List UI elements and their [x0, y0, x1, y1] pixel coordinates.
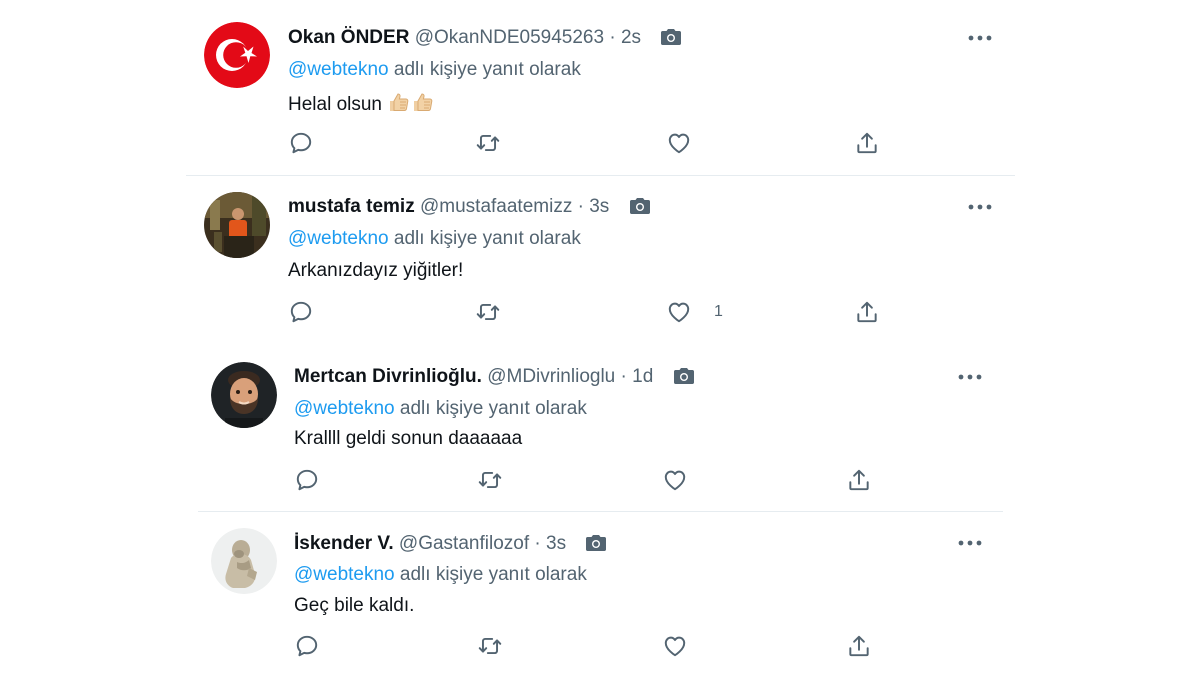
tweet-divider: [186, 175, 1015, 176]
user-handle[interactable]: @mustafaatemizz: [420, 196, 572, 217]
timestamp[interactable]: 3s: [589, 196, 609, 217]
like-icon: [666, 299, 692, 325]
thumbs-up-icon: [387, 90, 411, 114]
like-icon: [666, 130, 692, 156]
reply-suffix: adlı kişiye yanıt olarak: [399, 398, 587, 419]
turkish-flag-avatar-icon: [204, 22, 270, 88]
display-name[interactable]: İskender V.: [294, 533, 394, 554]
reply-suffix: adlı kişiye yanıt olarak: [399, 564, 587, 585]
reply-mention-link[interactable]: @webtekno: [288, 59, 389, 80]
more-icon[interactable]: [967, 202, 993, 212]
tweet-text-content: Geç bile kaldı.: [294, 595, 415, 616]
reply-button[interactable]: [294, 633, 320, 659]
retweet-icon: [477, 633, 503, 659]
retweet-icon: [475, 299, 501, 325]
replying-to: @webtekno adlı kişiye yanıt olarak: [288, 227, 581, 251]
avatar[interactable]: [204, 22, 270, 88]
more-icon[interactable]: [967, 33, 993, 43]
timestamp[interactable]: 1d: [632, 366, 653, 387]
tweet-divider: [198, 511, 1003, 512]
tweet-header: İskender V. @Gastanfilozof · 3s: [294, 532, 607, 556]
replying-to: @webtekno adlı kişiye yanıt olarak: [294, 397, 587, 421]
retweet-button[interactable]: [475, 130, 501, 156]
like-button[interactable]: [662, 467, 688, 493]
reply-icon: [288, 299, 314, 325]
replying-to: @webtekno adlı kişiye yanıt olarak: [288, 58, 581, 82]
tweet-header: Mertcan Divrinlioğlu. @MDivrinlioglu · 1…: [294, 365, 695, 389]
share-button[interactable]: [854, 130, 880, 156]
user-handle[interactable]: @MDivrinlioglu: [487, 366, 615, 387]
reply-suffix: adlı kişiye yanıt olarak: [393, 228, 581, 249]
tweet-header: mustafa temiz @mustafaatemizz · 3s: [288, 195, 651, 219]
tweet-text-content: Krallll geldi sonun daaaaaa: [294, 428, 523, 449]
share-icon: [846, 633, 872, 659]
more-icon[interactable]: [957, 538, 983, 548]
retweet-button[interactable]: [477, 633, 503, 659]
share-icon: [854, 299, 880, 325]
timestamp[interactable]: 2s: [621, 27, 641, 48]
share-icon: [854, 130, 880, 156]
separator-dot: ·: [577, 196, 584, 217]
like-icon: [662, 633, 688, 659]
retweet-icon: [475, 130, 501, 156]
camera-icon: [660, 28, 682, 46]
retweet-icon: [477, 467, 503, 493]
reply-icon: [294, 467, 320, 493]
reply-icon: [288, 130, 314, 156]
avatar[interactable]: [211, 528, 277, 594]
retweet-button[interactable]: [477, 467, 503, 493]
reply-button[interactable]: [294, 467, 320, 493]
more-icon[interactable]: [957, 372, 983, 382]
separator-dot: ·: [609, 27, 616, 48]
display-name[interactable]: Mertcan Divrinlioğlu.: [294, 366, 482, 387]
share-button[interactable]: [846, 467, 872, 493]
user-handle[interactable]: @OkanNDE05945263: [415, 27, 604, 48]
tweet-text-content: Arkanızdayız yiğitler!: [288, 260, 464, 281]
profile-photo-icon: [204, 192, 270, 258]
retweet-button[interactable]: [475, 299, 501, 325]
like-count: 1: [714, 303, 723, 320]
tweet-text: Arkanızdayız yiğitler!: [288, 259, 463, 283]
display-name[interactable]: mustafa temiz: [288, 196, 415, 217]
avatar[interactable]: [211, 362, 277, 428]
camera-icon: [629, 197, 651, 215]
reply-suffix: adlı kişiye yanıt olarak: [393, 59, 581, 80]
share-icon: [846, 467, 872, 493]
timestamp[interactable]: 3s: [546, 533, 566, 554]
reply-mention-link[interactable]: @webtekno: [294, 398, 395, 419]
reply-icon: [294, 633, 320, 659]
like-button[interactable]: 1: [666, 299, 723, 325]
memoji-avatar-icon: [211, 362, 277, 428]
tweet-header: Okan ÖNDER @OkanNDE05945263 · 2s: [288, 26, 682, 50]
like-button[interactable]: [666, 130, 692, 156]
camera-icon: [673, 367, 695, 385]
share-button[interactable]: [854, 299, 880, 325]
tweet-text-content: Helal olsun: [288, 94, 382, 115]
thumbs-up-icon: [411, 90, 435, 114]
tweet-text: Geç bile kaldı.: [294, 594, 414, 618]
tweet-text: Helal olsun: [288, 90, 435, 117]
like-button[interactable]: [662, 633, 688, 659]
separator-dot: ·: [534, 533, 541, 554]
reply-mention-link[interactable]: @webtekno: [288, 228, 389, 249]
replying-to: @webtekno adlı kişiye yanıt olarak: [294, 563, 587, 587]
separator-dot: ·: [620, 366, 627, 387]
display-name[interactable]: Okan ÖNDER: [288, 27, 409, 48]
share-button[interactable]: [846, 633, 872, 659]
statue-avatar-icon: [211, 528, 277, 594]
camera-icon: [585, 534, 607, 552]
reply-button[interactable]: [288, 299, 314, 325]
reply-mention-link[interactable]: @webtekno: [294, 564, 395, 585]
like-icon: [662, 467, 688, 493]
tweet-text: Krallll geldi sonun daaaaaa: [294, 427, 522, 451]
avatar[interactable]: [204, 192, 270, 258]
user-handle[interactable]: @Gastanfilozof: [399, 533, 529, 554]
reply-button[interactable]: [288, 130, 314, 156]
